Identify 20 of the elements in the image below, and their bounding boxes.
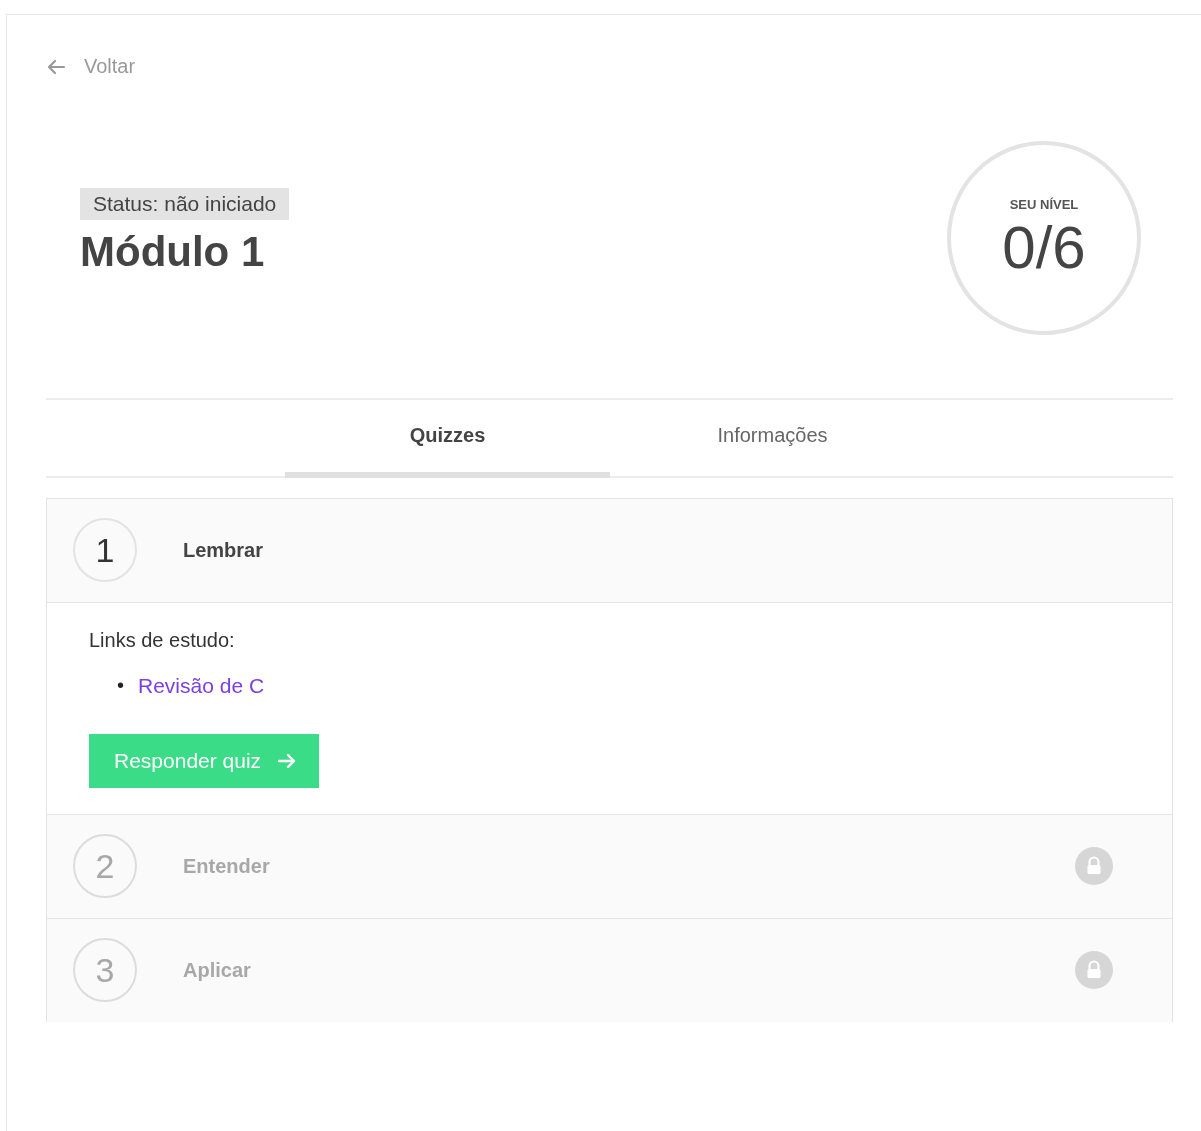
tab[interactable]: Quizzes — [285, 399, 610, 478]
tab[interactable]: Informações — [610, 399, 935, 478]
step-number: 2 — [73, 834, 137, 898]
links-heading: Links de estudo: — [89, 628, 236, 652]
lock-icon — [1074, 950, 1114, 990]
quiz-title: Aplicar — [183, 958, 252, 982]
module-title: Módulo 1 — [80, 227, 265, 276]
lock-icon — [1074, 846, 1114, 886]
level-label: SEU NÍVEL — [1009, 197, 1079, 212]
status-badge: Status: não iniciado — [80, 187, 290, 220]
step-number: 1 — [73, 518, 137, 582]
level-value: 0/6 — [1002, 218, 1086, 278]
bullet: • — [117, 674, 124, 697]
quiz-title: Entender — [183, 854, 271, 878]
study-link[interactable]: Revisão de C — [138, 673, 265, 698]
arrow-left-icon — [46, 58, 66, 75]
step-number: 3 — [73, 938, 137, 1002]
arrow-right-icon — [277, 752, 298, 769]
quiz-title: Lembrar — [183, 538, 265, 562]
quiz-header[interactable]: 1 Lembrar — [47, 498, 1172, 602]
